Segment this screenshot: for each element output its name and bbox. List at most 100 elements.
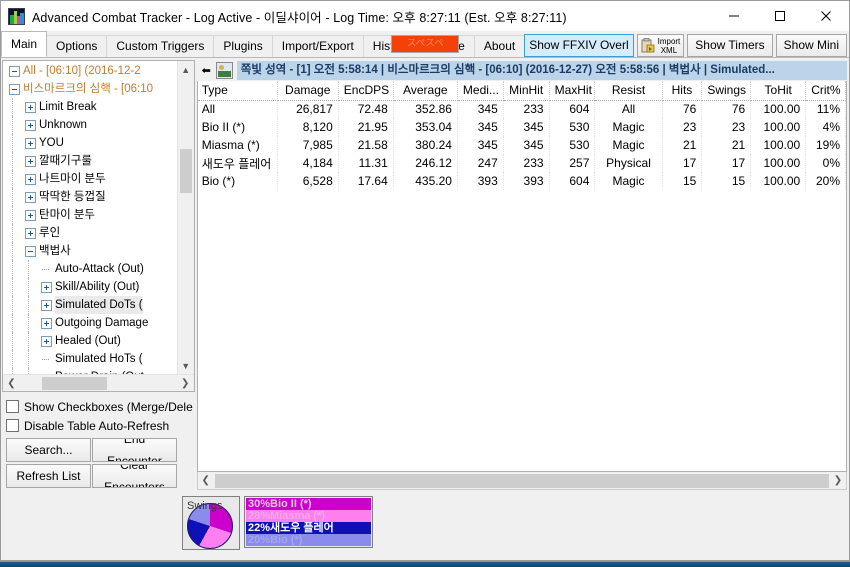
- chevron-down-icon[interactable]: ▼: [178, 357, 194, 374]
- chart-app-icon: [8, 7, 25, 25]
- table-row[interactable]: Bio II (*) 8,120 21.95 353.04 345 345 530 Magic…: [197, 118, 846, 136]
- tree-horizontal-scrollbar[interactable]: ❮ ❯: [3, 374, 194, 391]
- maximize-icon[interactable]: [757, 1, 803, 31]
- column-header-maxhit[interactable]: MaxHit: [549, 81, 596, 101]
- tree-item[interactable]: 깔때기구룰: [3, 152, 177, 170]
- spesupe-button[interactable]: スペスペ: [391, 34, 460, 53]
- tree-item[interactable]: YOU: [3, 134, 177, 152]
- show-mini-button[interactable]: Show Mini: [775, 34, 847, 57]
- column-header-average[interactable]: Average: [393, 81, 458, 101]
- expand-plus-icon[interactable]: [25, 119, 36, 131]
- chevron-left-icon[interactable]: ❮: [198, 475, 214, 486]
- tree-item[interactable]: Healed (Out): [3, 332, 177, 350]
- expand-plus-icon[interactable]: [41, 281, 52, 293]
- tree-vertical-scrollbar[interactable]: ▲ ▼: [176, 61, 194, 374]
- show-checkboxes-row[interactable]: Show Checkboxes (Merge/Dele: [6, 397, 193, 416]
- damage-table[interactable]: Type Damage EncDPS Average Medi... MinHit MaxH…: [196, 81, 847, 472]
- import-xml-label: Import XML: [658, 37, 681, 55]
- expand-plus-icon[interactable]: [41, 299, 52, 311]
- tree-guide-line: [12, 224, 13, 242]
- tree-item[interactable]: Limit Break: [3, 98, 177, 116]
- table-horizontal-scrollbar[interactable]: ❮ ❯: [196, 472, 847, 490]
- tab-options[interactable]: Options: [46, 35, 108, 57]
- expand-plus-icon[interactable]: [25, 173, 36, 185]
- collapse-minus-icon[interactable]: [25, 245, 36, 257]
- column-header-label: Type: [201, 83, 228, 98]
- tree-item[interactable]: Auto-Attack (Out): [3, 260, 177, 278]
- table-cell: 352.86: [393, 99, 458, 118]
- encounter-tree[interactable]: All - [06:10] (2016-12-2 비스마르크의 심핵 - [06:…: [2, 60, 195, 392]
- tree-item[interactable]: Outgoing Damage: [3, 314, 177, 332]
- column-header-swings[interactable]: Swings: [701, 81, 752, 101]
- tree-hscroll-track[interactable]: [20, 375, 177, 392]
- column-header-crit[interactable]: Crit%: [805, 81, 846, 101]
- table-cell: 76: [662, 99, 703, 118]
- table-cell: Physical: [594, 154, 663, 172]
- column-header-encdps[interactable]: EncDPS: [338, 81, 394, 101]
- tree-guide-line: [12, 206, 13, 224]
- tree-item[interactable]: 비스마르크의 심핵 - [06:10: [3, 80, 177, 98]
- column-header-minhit[interactable]: MinHit: [503, 81, 550, 101]
- tab-main[interactable]: Main: [1, 31, 48, 57]
- tree-item[interactable]: Simulated DoTs (: [3, 296, 177, 314]
- table-hscroll-track[interactable]: [214, 472, 830, 490]
- show-ffxiv-overlay-button[interactable]: Show FFXIV Overl: [524, 34, 634, 57]
- tree-item[interactable]: 백법사: [3, 242, 177, 260]
- expand-plus-icon[interactable]: [25, 227, 36, 239]
- chevron-right-icon[interactable]: ❯: [830, 475, 846, 486]
- minimize-icon[interactable]: [711, 1, 757, 31]
- tab-plugins[interactable]: Plugins: [213, 35, 273, 57]
- column-header-hits[interactable]: ⌄Hits: [662, 81, 703, 101]
- collapse-minus-icon[interactable]: [9, 83, 20, 95]
- tree-hscroll-thumb[interactable]: [42, 376, 107, 390]
- tree-item[interactable]: 루인: [3, 224, 177, 242]
- tree-item[interactable]: Unknown: [3, 116, 177, 134]
- tree-item[interactable]: Simulated HoTs (: [3, 350, 177, 368]
- disable-auto-refresh-checkbox[interactable]: [6, 419, 19, 432]
- column-header-damage[interactable]: Damage: [277, 81, 339, 101]
- expand-plus-icon[interactable]: [25, 191, 36, 203]
- tree-item[interactable]: All - [06:10] (2016-12-2: [3, 62, 177, 80]
- tree-vscroll-thumb[interactable]: [179, 149, 192, 193]
- table-hscroll-thumb[interactable]: [214, 473, 829, 488]
- table-row[interactable]: 새도우 플레어 4,184 11.31 246.12 247 233 257 Physical…: [197, 154, 846, 172]
- back-arrow-icon[interactable]: ⬅: [197, 61, 216, 80]
- show-checkboxes-checkbox[interactable]: [6, 400, 19, 413]
- tree-item[interactable]: 나트마이 분두: [3, 170, 177, 188]
- expand-plus-icon[interactable]: [41, 317, 52, 329]
- chevron-right-icon[interactable]: ❯: [177, 378, 194, 389]
- tab-import-export[interactable]: Import/Export: [271, 35, 364, 57]
- expand-plus-icon[interactable]: [25, 101, 36, 113]
- expand-plus-icon[interactable]: [25, 137, 36, 149]
- search-button[interactable]: Search...: [6, 438, 91, 462]
- tree-item[interactable]: 탄마이 분두: [3, 206, 177, 224]
- clear-encounters-button[interactable]: Clear Encounters: [92, 464, 177, 488]
- swings-pie-chart[interactable]: Swings: [182, 496, 240, 550]
- expand-plus-icon[interactable]: [25, 155, 36, 167]
- tab-custom-triggers[interactable]: Custom Triggers: [106, 35, 215, 57]
- table-row[interactable]: Miasma (*) 7,985 21.58 380.24 345 345 530 Magic…: [197, 136, 846, 154]
- expand-plus-icon[interactable]: [25, 209, 36, 221]
- import-xml-button[interactable]: Import XML: [636, 34, 685, 57]
- column-header-medi[interactable]: Medi...: [457, 81, 504, 101]
- tree-item[interactable]: Skill/Ability (Out): [3, 278, 177, 296]
- tree-item-label: 백법사: [39, 245, 71, 257]
- close-icon[interactable]: [803, 1, 849, 31]
- disable-auto-refresh-row[interactable]: Disable Table Auto-Refresh: [6, 416, 193, 435]
- damage-table-grid: Type Damage EncDPS Average Medi... MinHit MaxH…: [197, 81, 846, 190]
- chevron-left-icon[interactable]: ❮: [3, 378, 20, 389]
- table-row[interactable]: Bio (*) 6,528 17.64 435.20 393 393 604 Magic 15 1…: [197, 172, 846, 190]
- collapse-minus-icon[interactable]: [9, 65, 20, 77]
- column-header-tohit[interactable]: ToHit: [750, 81, 807, 101]
- end-encounter-button[interactable]: End Encounter: [92, 438, 177, 462]
- chevron-up-icon[interactable]: ▲: [178, 61, 194, 78]
- column-header-resist[interactable]: Resist: [594, 81, 663, 101]
- table-cell: 100.00: [750, 172, 807, 190]
- expand-plus-icon[interactable]: [41, 335, 52, 347]
- tree-item[interactable]: 딱딱한 등껍질: [3, 188, 177, 206]
- table-row[interactable]: All 26,817 72.48 352.86 345 233 604 All 76 76 100.…: [197, 99, 846, 118]
- column-header-type[interactable]: Type: [197, 81, 278, 101]
- refresh-list-button[interactable]: Refresh List: [6, 464, 91, 488]
- table-cell: 4%: [805, 118, 846, 136]
- show-timers-button[interactable]: Show Timers: [687, 34, 773, 57]
